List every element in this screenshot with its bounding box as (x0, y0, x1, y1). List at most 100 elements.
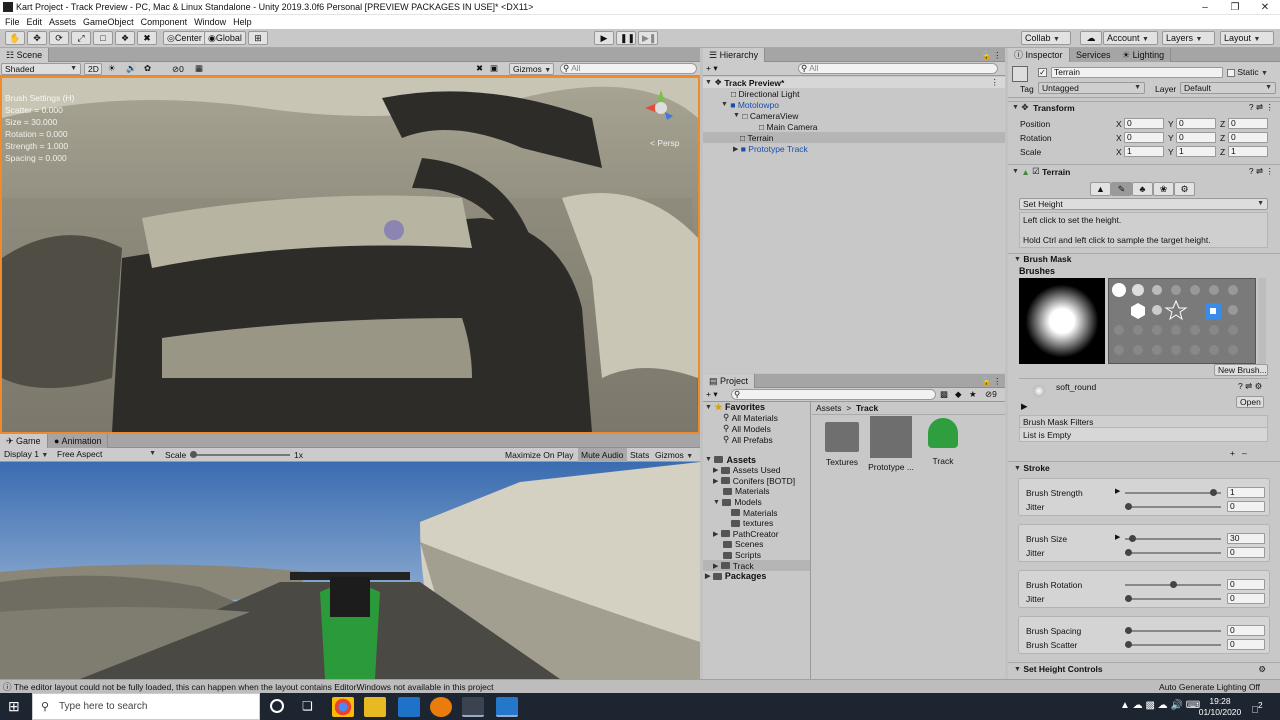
menu-gameobject[interactable]: GameObject (83, 15, 134, 29)
position-y-input[interactable]: 0 (1176, 118, 1216, 129)
scale-z-input[interactable]: 1 (1228, 146, 1268, 157)
new-brush-button[interactable]: New Brush... (1214, 364, 1268, 376)
scene-gizmo-icon[interactable] (643, 86, 679, 130)
camera-icon[interactable]: ▣ (490, 63, 498, 74)
tab-project[interactable]: ▤ Project (703, 374, 756, 388)
position-x-input[interactable]: 0 (1124, 118, 1164, 129)
component-options-icon[interactable]: ? ⇌ ⋮ (1249, 166, 1274, 177)
open-brush-button[interactable]: Open (1236, 396, 1264, 408)
component-options-icon[interactable]: ? ⇌ ⋮ (1249, 102, 1274, 113)
scale-slider-thumb[interactable] (190, 451, 197, 458)
custom-tool-icon[interactable]: ✖ (137, 31, 157, 45)
panel-menu-icon[interactable]: ⋮ (993, 376, 1002, 387)
menu-window[interactable]: Window (194, 15, 226, 29)
object-name-input[interactable]: Terrain (1051, 67, 1223, 78)
layers-dropdown[interactable]: Layers ▼ (1162, 31, 1215, 45)
add-filter-button[interactable]: + – (1230, 448, 1247, 458)
collab-dropdown[interactable]: Collab ▼ (1021, 31, 1071, 45)
paint-details-icon[interactable]: ❀ (1153, 181, 1174, 196)
pivot-global-toggle[interactable]: ◉Global (204, 31, 246, 45)
favorite-item[interactable]: ⚲ All Materials (703, 412, 810, 423)
set-height-controls-header[interactable]: ▼ Set Height Controls ⚙ (1008, 662, 1280, 675)
slider-thumb[interactable] (1125, 627, 1132, 634)
scene-viewport[interactable]: Brush Settings (H) Scatter = 0.000 Size … (0, 76, 700, 434)
position-z-input[interactable]: 0 (1228, 118, 1268, 129)
chrome-icon[interactable] (332, 697, 354, 717)
folder-item-selected[interactable]: ▶ Track (703, 560, 810, 571)
slider-thumb[interactable] (1125, 503, 1132, 510)
notifications-icon[interactable]: □2 (1252, 700, 1263, 715)
task-view-icon[interactable]: ❏ (302, 699, 313, 713)
slider-thumb[interactable] (1210, 489, 1218, 496)
hierarchy-scene-row[interactable]: ▼ ❖ Track Preview* ⋮ (703, 77, 1005, 88)
folder-item[interactable]: Materials (703, 486, 810, 497)
folder-item[interactable]: ▶ PathCreator (703, 529, 810, 540)
slider-thumb[interactable] (1125, 595, 1132, 602)
tab-inspector[interactable]: ⓘ Inspector (1008, 48, 1070, 62)
brush-grid-scrollbar[interactable] (1258, 278, 1266, 364)
folder-item[interactable]: Materials (703, 507, 810, 518)
folder-item[interactable]: textures (703, 518, 810, 529)
asset-tile[interactable]: Textures (817, 422, 867, 467)
pause-button-icon[interactable]: ❚❚ (616, 31, 636, 45)
transform-tool-icon[interactable]: ❖ (115, 31, 135, 45)
search-type-icon[interactable]: ▩ (940, 389, 948, 400)
brush-grid[interactable] (1108, 278, 1256, 364)
clock[interactable]: 19:28 01/10/2020 (1196, 696, 1244, 718)
favorite-item[interactable]: ⚲ All Models (703, 423, 810, 434)
mute-audio-toggle[interactable]: Mute Audio (578, 448, 627, 462)
menu-component[interactable]: Component (141, 15, 188, 29)
maximize-button[interactable]: ❐ (1220, 0, 1250, 15)
maximize-on-play-toggle[interactable]: Maximize On Play (505, 450, 574, 460)
rotate-tool-icon[interactable]: ⟳ (49, 31, 69, 45)
mail-icon[interactable] (398, 697, 420, 717)
folder-item[interactable]: Scripts (703, 550, 810, 561)
menu-file[interactable]: File (5, 15, 20, 29)
status-message[interactable]: The editor layout could not be fully loa… (14, 682, 494, 692)
packages-header[interactable]: ▶ Packages (703, 571, 810, 582)
hierarchy-item[interactable]: □ Main Camera (703, 121, 1005, 132)
create-plus-icon[interactable]: + ▾ (706, 389, 718, 400)
stats-toggle[interactable]: Stats (630, 450, 649, 460)
scene-gizmos-dropdown[interactable]: Gizmos ▼ (509, 63, 554, 75)
menu-edit[interactable]: Edit (27, 15, 43, 29)
rotation-jitter-slider[interactable] (1125, 595, 1221, 602)
hierarchy-item[interactable]: □ Directional Light (703, 88, 1005, 99)
create-plus-icon[interactable]: + ▾ (706, 63, 718, 74)
gear-icon[interactable]: ⚙ (1258, 664, 1266, 675)
brush-mask-header[interactable]: ▼ Brush Mask (1008, 253, 1280, 264)
hierarchy-search-input[interactable]: ⚲ All (798, 63, 998, 74)
stroke-header[interactable]: ▼ Stroke (1008, 461, 1280, 474)
aspect-dropdown[interactable]: Free Aspect ▼ (54, 449, 159, 461)
asset-tile[interactable]: Track (918, 418, 968, 466)
move-tool-icon[interactable]: ✥ (27, 31, 47, 45)
rotation-y-input[interactable]: 0 (1176, 132, 1216, 143)
brush-size-input[interactable]: 30 (1227, 533, 1265, 544)
terrain-settings-icon[interactable]: ⚙ (1174, 181, 1195, 196)
expand-arrow-icon[interactable]: ▶ (1021, 401, 1028, 412)
layer-dropdown[interactable]: Default ▼ (1180, 82, 1276, 94)
tab-game[interactable]: ✈ Game (0, 434, 48, 448)
expand-arrow-icon[interactable]: ▶ (1115, 487, 1120, 495)
taskbar-search-box[interactable]: ⚲ Type here to search (32, 693, 260, 720)
brush-spacing-input[interactable]: 0 (1227, 625, 1265, 636)
assets-header[interactable]: ▼ Assets (703, 454, 810, 465)
menu-assets[interactable]: Assets (49, 15, 76, 29)
rect-tool-icon[interactable]: □ (93, 31, 113, 45)
visual-studio-icon[interactable] (496, 697, 518, 717)
play-button-icon[interactable]: ▶ (594, 31, 614, 45)
folder-item[interactable]: ▼ Models (703, 497, 810, 508)
brush-rotation-slider[interactable] (1125, 581, 1221, 588)
lighting-status[interactable]: Auto Generate Lighting Off (1159, 682, 1260, 692)
game-viewport[interactable] (0, 462, 700, 679)
blender-icon[interactable] (430, 697, 452, 717)
brush-size-slider[interactable] (1125, 535, 1221, 542)
shading-dropdown[interactable]: Shaded ▼ (1, 63, 81, 75)
brush-spacing-slider[interactable] (1125, 627, 1221, 634)
game-gizmos-dropdown[interactable]: Gizmos ▼ (655, 450, 693, 460)
rotation-z-input[interactable]: 0 (1228, 132, 1268, 143)
asset-tile[interactable]: Prototype ... (866, 416, 916, 472)
size-jitter-slider[interactable] (1125, 549, 1221, 556)
favorite-star-icon[interactable]: ★ (969, 389, 977, 400)
hierarchy-item[interactable]: ▼ ■ Motolowpo (703, 99, 1005, 110)
